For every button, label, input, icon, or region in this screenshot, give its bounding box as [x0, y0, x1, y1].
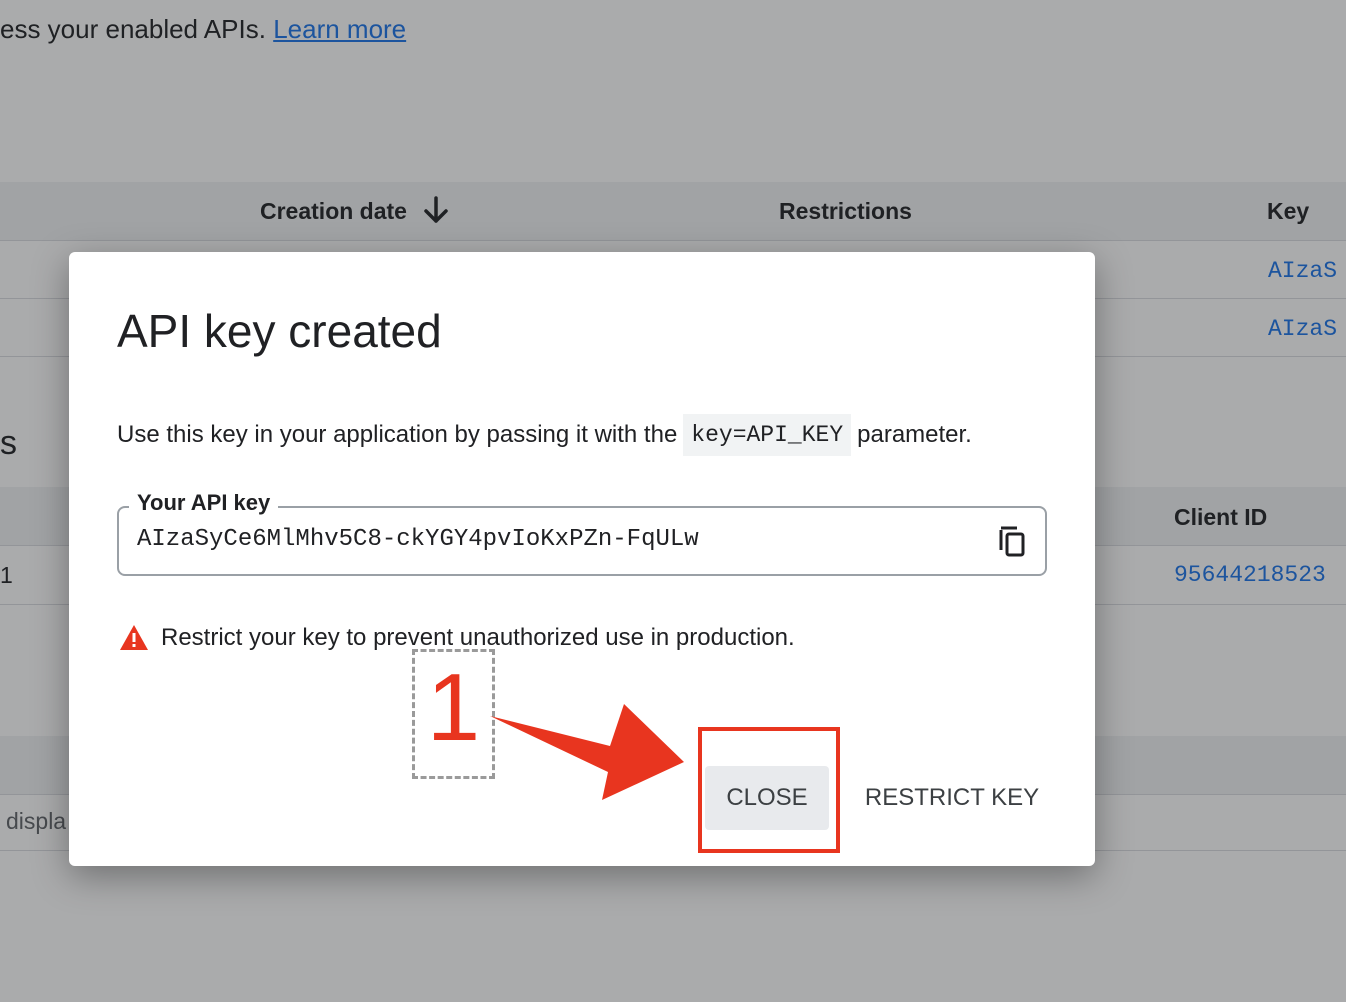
- dialog-description: Use this key in your application by pass…: [117, 414, 972, 456]
- api-key-value[interactable]: AIzaSyCe6MlMhv5C8-ckYGY4pvIoKxPZn-FqULw: [137, 526, 699, 553]
- warning-icon: [120, 625, 148, 650]
- step-number: 1: [426, 654, 481, 761]
- dialog-title: API key created: [117, 305, 442, 357]
- restrict-key-button[interactable]: RESTRICT KEY: [857, 766, 1047, 830]
- warning-text: Restrict your key to prevent unauthorize…: [161, 624, 795, 651]
- api-key-field[interactable]: Your API key AIzaSyCe6MlMhv5C8-ckYGY4pvI…: [117, 490, 1047, 576]
- api-key-field-label: Your API key: [129, 490, 279, 516]
- description-text: Use this key in your application by pass…: [117, 421, 678, 448]
- close-button-highlight: [698, 727, 840, 853]
- key-parameter-code: key=API_KEY: [683, 414, 852, 456]
- copy-icon[interactable]: [997, 524, 1027, 558]
- description-suffix: parameter.: [857, 421, 972, 448]
- arrow-right-icon: [490, 704, 684, 800]
- warning-message: Restrict your key to prevent unauthorize…: [119, 624, 795, 652]
